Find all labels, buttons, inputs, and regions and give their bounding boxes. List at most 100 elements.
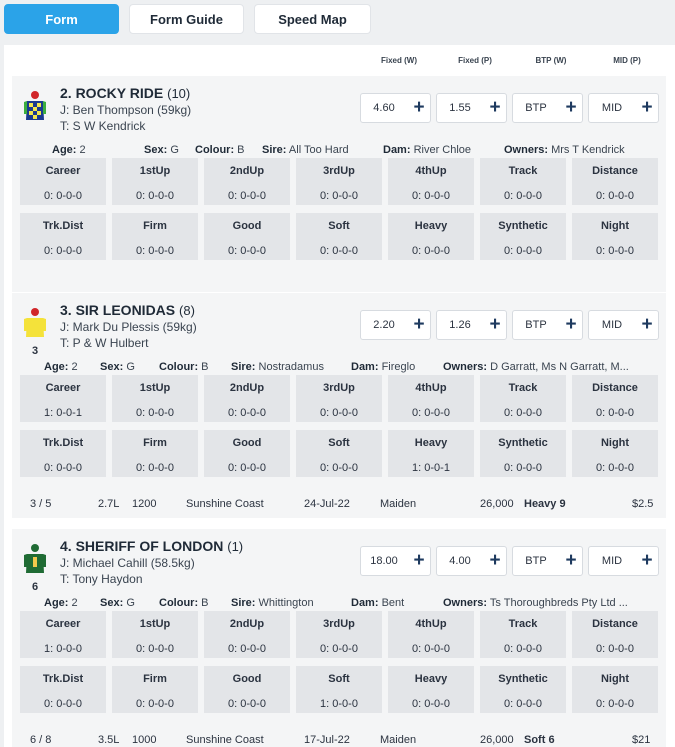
- col-fixed-place: Fixed (P): [458, 56, 492, 65]
- mid-place-odds-value: MID: [601, 102, 623, 114]
- jockey-silk-icon: [24, 543, 46, 579]
- add-bet-icon[interactable]: +: [408, 94, 430, 122]
- stat-value: 0: 0-0-0: [412, 698, 450, 710]
- stat-label: Career: [45, 165, 81, 177]
- info-colour-label: Colour:: [195, 144, 235, 156]
- add-bet-icon[interactable]: +: [408, 311, 430, 339]
- add-bet-icon[interactable]: +: [484, 311, 506, 339]
- info-age: Age: 2: [52, 144, 86, 156]
- info-dam: Dam: River Chloe: [383, 144, 471, 156]
- fixed-place-odds-button[interactable]: 4.00 +: [436, 546, 507, 576]
- add-bet-icon[interactable]: +: [560, 547, 582, 575]
- mid-place-odds-button[interactable]: MID +: [588, 93, 659, 123]
- last-start-distance: 1200: [132, 498, 157, 510]
- runner-name[interactable]: 2. ROCKY RIDE (10): [60, 85, 190, 101]
- stat-cell: Career 1: 0-0-0: [20, 611, 106, 658]
- fixed-place-odds-button[interactable]: 1.26 +: [436, 310, 507, 340]
- info-owners: Owners: Mrs T Kendrick: [504, 144, 625, 156]
- info-sire-value: Nostradamus: [258, 361, 324, 373]
- info-age: Age: 2: [44, 597, 78, 609]
- stat-label: 2ndUp: [229, 165, 265, 177]
- stat-value: 0: 0-0-0: [596, 462, 634, 474]
- info-sex-label: Sex:: [100, 597, 124, 609]
- fixed-win-odds-button[interactable]: 2.20 +: [360, 310, 431, 340]
- stat-cell: Track 0: 0-0-0: [480, 375, 566, 422]
- info-sex-label: Sex:: [100, 361, 124, 373]
- stat-value: 0: 0-0-0: [596, 407, 634, 419]
- stat-value: 0: 0-0-0: [228, 407, 266, 419]
- stat-cell: Distance 0: 0-0-0: [572, 611, 658, 658]
- stat-label: Heavy: [414, 220, 448, 232]
- stat-label: Track: [508, 382, 538, 394]
- runner-card: 3 3. SIR LEONIDAS (8) J: Mark Du Plessis (…: [12, 293, 666, 518]
- mid-place-odds-button[interactable]: MID +: [588, 546, 659, 576]
- stat-cell: 2ndUp 0: 0-0-0: [204, 375, 290, 422]
- tab-form-guide[interactable]: Form Guide: [129, 4, 244, 34]
- add-bet-icon[interactable]: +: [636, 311, 658, 339]
- tab-speed-map[interactable]: Speed Map: [254, 4, 371, 34]
- stat-label: Good: [232, 673, 262, 685]
- stat-value: 0: 0-0-0: [228, 698, 266, 710]
- add-bet-icon[interactable]: +: [484, 547, 506, 575]
- runner-card: 6 4. SHERIFF OF LONDON (1) J: Michael Cahi…: [12, 529, 666, 747]
- info-sex-value: G: [126, 361, 135, 373]
- stat-value: 0: 0-0-0: [596, 190, 634, 202]
- stat-value: 0: 0-0-0: [228, 190, 266, 202]
- stat-cell: 1stUp 0: 0-0-0: [112, 611, 198, 658]
- stat-cell: Firm 0: 0-0-0: [112, 666, 198, 713]
- stat-label: Firm: [143, 437, 167, 449]
- info-owners: Owners: Ts Thoroughbreds Pty Ltd ...: [443, 597, 628, 609]
- info-sex-value: G: [126, 597, 135, 609]
- runner-name-text: 2. ROCKY RIDE: [60, 85, 164, 101]
- runner-name[interactable]: 4. SHERIFF OF LONDON (1): [60, 538, 243, 554]
- stat-cell: Career 1: 0-0-1: [20, 375, 106, 422]
- stat-value: 0: 0-0-0: [596, 698, 634, 710]
- tab-form[interactable]: Form: [4, 4, 119, 34]
- stat-label: 3rdUp: [323, 165, 355, 177]
- stat-label: 1stUp: [139, 618, 171, 630]
- stat-label: 1stUp: [139, 382, 171, 394]
- stat-label: Firm: [143, 673, 167, 685]
- stat-value: 0: 0-0-0: [320, 190, 358, 202]
- add-bet-icon[interactable]: +: [560, 94, 582, 122]
- stat-label: Synthetic: [498, 437, 548, 449]
- stat-cell: Firm 0: 0-0-0: [112, 430, 198, 477]
- btp-win-odds-button[interactable]: BTP +: [512, 93, 583, 123]
- stat-value: 0: 0-0-0: [504, 407, 542, 419]
- barrier-number: (10): [167, 86, 191, 101]
- runner-name[interactable]: 3. SIR LEONIDAS (8): [60, 302, 195, 318]
- info-sire: Sire: Nostradamus: [231, 361, 324, 373]
- add-bet-icon[interactable]: +: [484, 94, 506, 122]
- add-bet-icon[interactable]: +: [636, 94, 658, 122]
- fixed-place-odds-button[interactable]: 1.55 +: [436, 93, 507, 123]
- btp-win-odds-button[interactable]: BTP +: [512, 546, 583, 576]
- stat-cell: Distance 0: 0-0-0: [572, 375, 658, 422]
- fixed-win-odds-button[interactable]: 4.60 +: [360, 93, 431, 123]
- stat-value: 0: 0-0-0: [504, 698, 542, 710]
- fixed-win-odds-button[interactable]: 18.00 +: [360, 546, 431, 576]
- stat-label: 2ndUp: [229, 382, 265, 394]
- mid-place-odds-button[interactable]: MID +: [588, 310, 659, 340]
- add-bet-icon[interactable]: +: [560, 311, 582, 339]
- stat-label: 2ndUp: [229, 618, 265, 630]
- runner-name-text: 4. SHERIFF OF LONDON: [60, 538, 224, 554]
- stat-label: Career: [45, 382, 81, 394]
- last-start-going: Heavy 9: [524, 498, 566, 510]
- info-sex: Sex: G: [100, 597, 135, 609]
- btp-win-odds-button[interactable]: BTP +: [512, 310, 583, 340]
- stat-cell: 1stUp 0: 0-0-0: [112, 375, 198, 422]
- add-bet-icon[interactable]: +: [408, 547, 430, 575]
- stat-label: Night: [600, 437, 630, 449]
- btp-win-odds-value: BTP: [525, 102, 547, 114]
- add-bet-icon[interactable]: +: [636, 547, 658, 575]
- info-dam-label: Dam:: [383, 144, 411, 156]
- stat-cell: Night 0: 0-0-0: [572, 430, 658, 477]
- stat-cell: Heavy 0: 0-0-0: [388, 666, 474, 713]
- info-dam-label: Dam:: [351, 361, 379, 373]
- stat-cell: Heavy 1: 0-0-1: [388, 430, 474, 477]
- last-start-going: Soft 6: [524, 734, 555, 746]
- stat-value: 0: 0-0-0: [504, 190, 542, 202]
- stat-cell: Firm 0: 0-0-0: [112, 213, 198, 260]
- saddlecloth-number: 3: [31, 345, 39, 357]
- last-start-track: Sunshine Coast: [186, 734, 264, 746]
